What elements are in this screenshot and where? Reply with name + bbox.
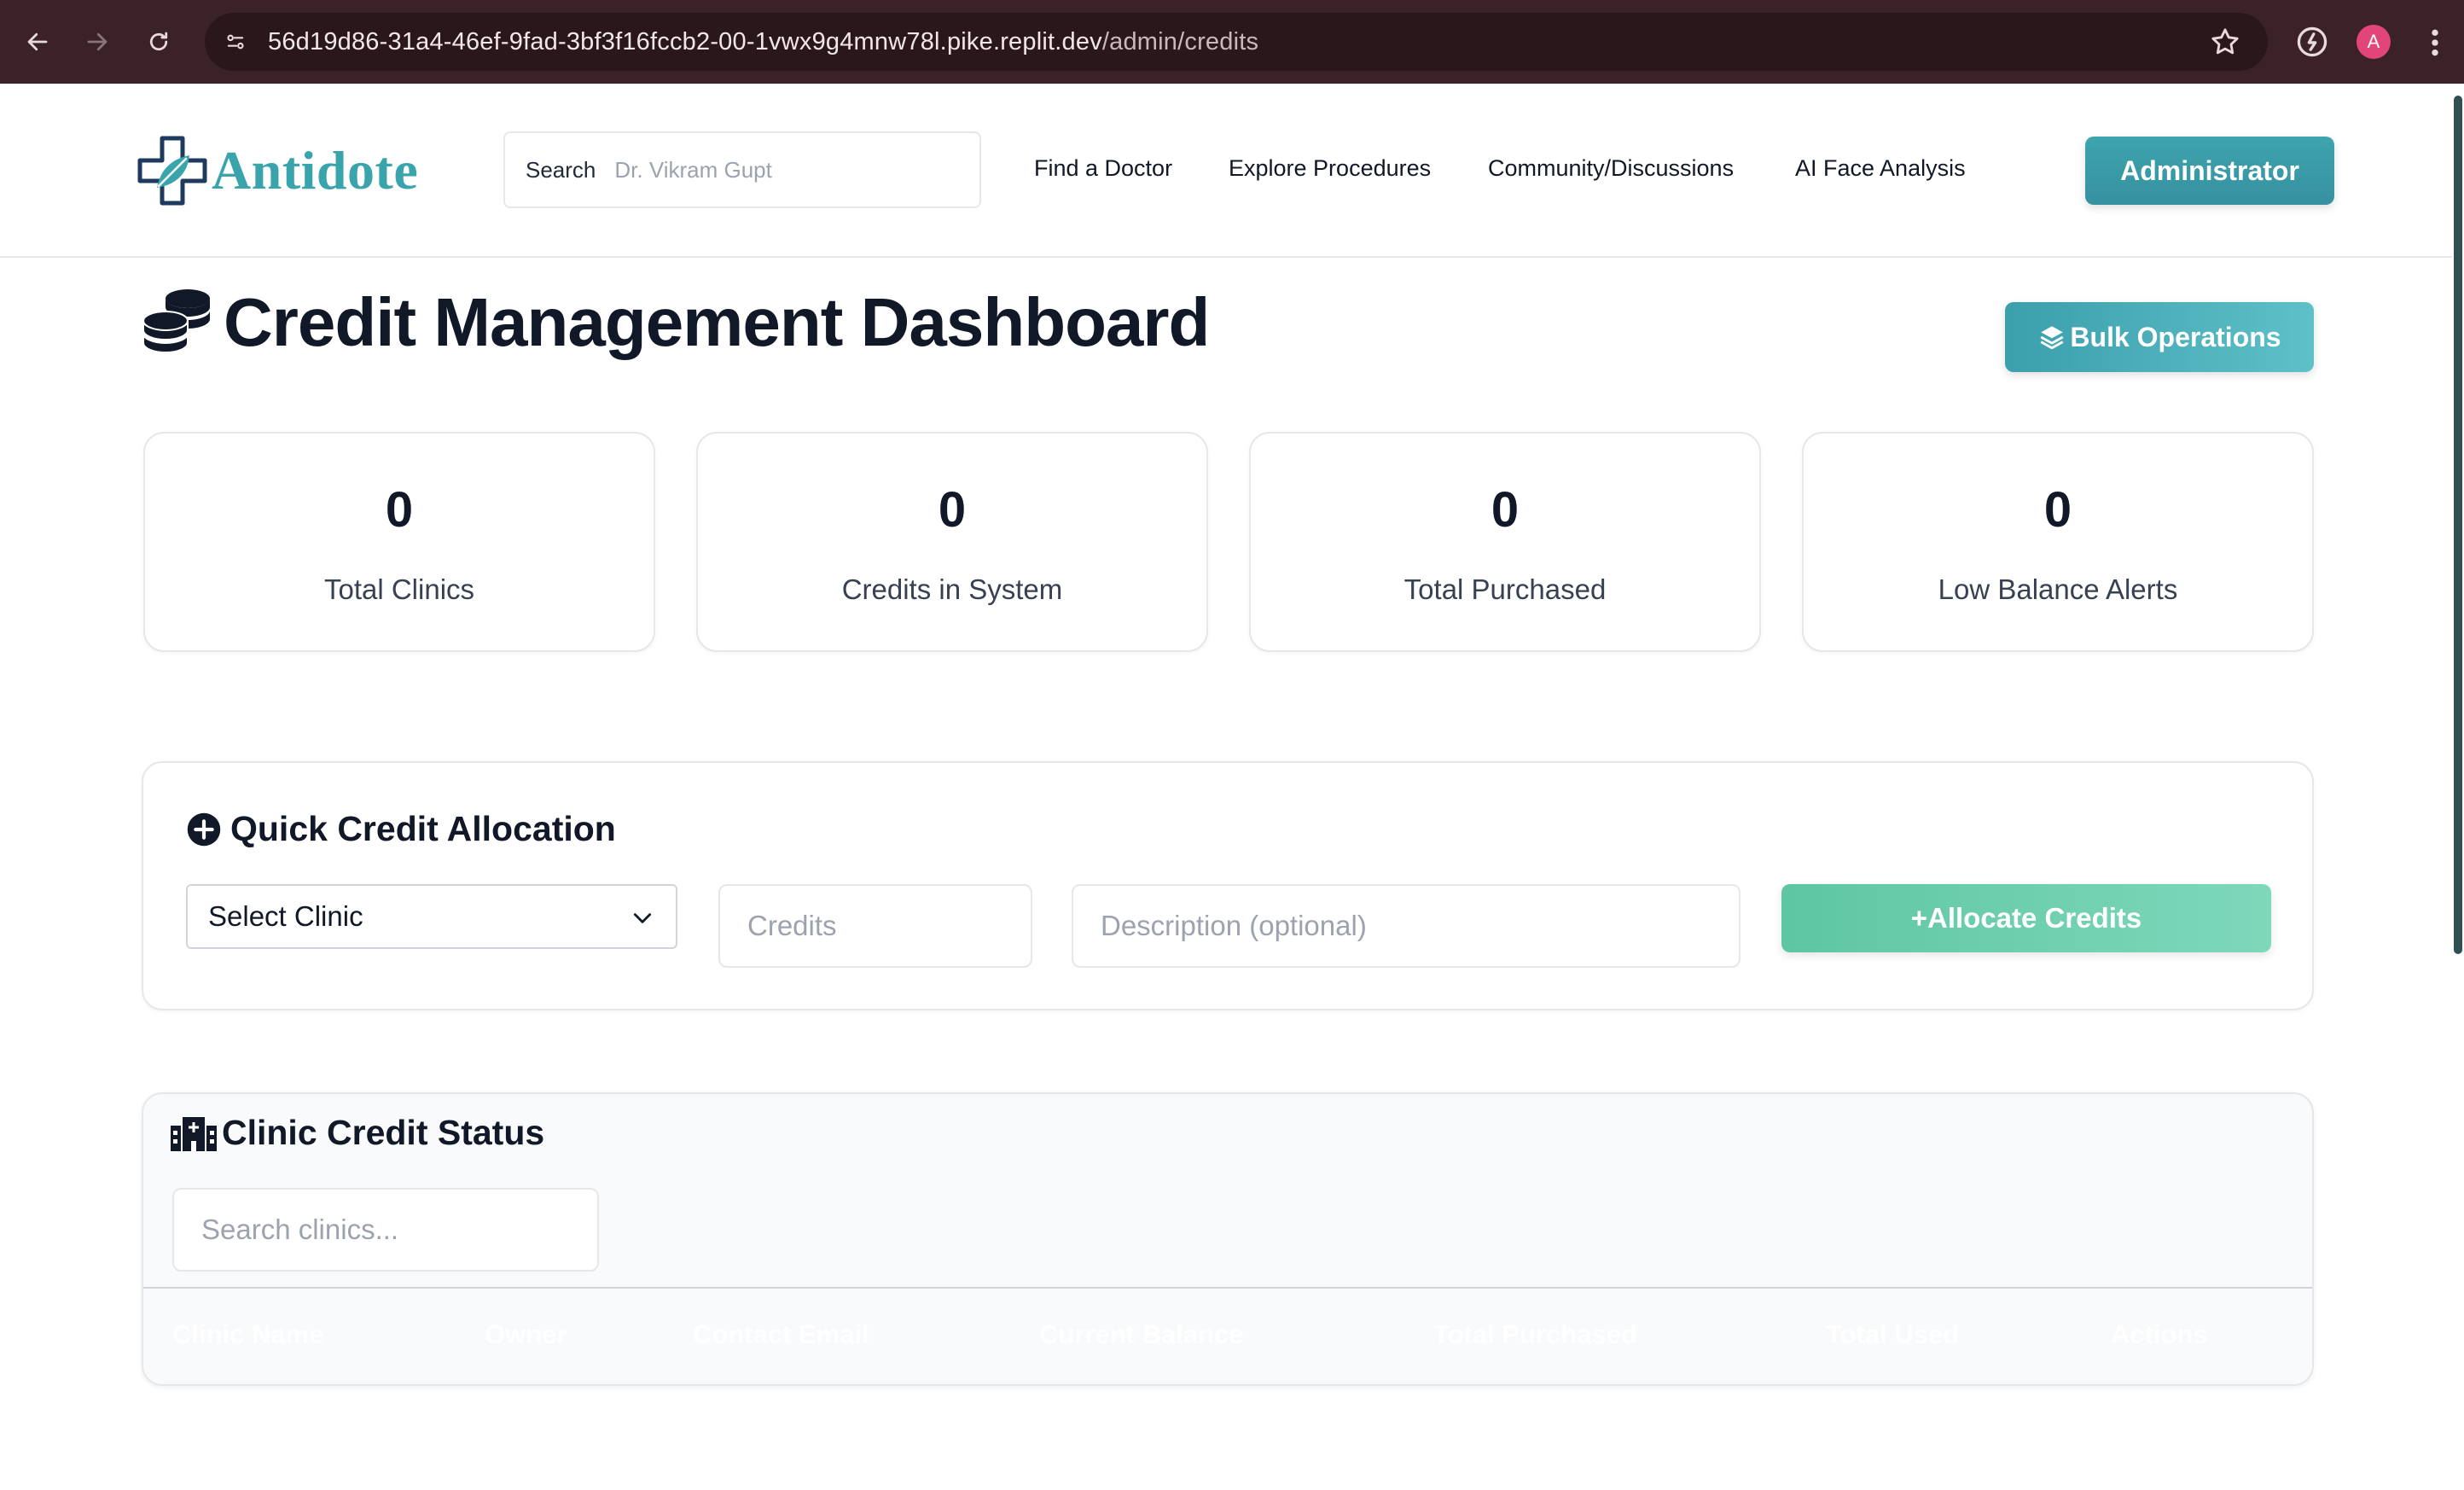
profile-avatar[interactable]: A: [2356, 25, 2391, 59]
stat-card-total-clinics: 0 Total Clinics: [143, 432, 655, 652]
address-bar[interactable]: 56d19d86-31a4-46ef-9fad-3bf3f16fccb2-00-…: [205, 13, 2268, 71]
global-search[interactable]: Search: [503, 131, 981, 208]
column-header-current-balance[interactable]: Current Balance: [1039, 1319, 1243, 1350]
search-label: Search: [526, 156, 596, 183]
more-menu-icon[interactable]: [2425, 26, 2445, 60]
allocate-credits-button[interactable]: +Allocate Credits: [1781, 884, 2271, 952]
stat-card-credits-in-system: 0 Credits in System: [696, 432, 1208, 652]
clinic-select-value: Select Clinic: [208, 900, 363, 932]
global-search-input[interactable]: [614, 156, 939, 183]
credits-input[interactable]: [747, 910, 1031, 942]
forward-button[interactable]: [77, 21, 118, 62]
coins-icon: [142, 289, 210, 354]
stat-value: 0: [1491, 482, 1520, 538]
description-input[interactable]: [1101, 910, 1739, 942]
browser-toolbar: 56d19d86-31a4-46ef-9fad-3bf3f16fccb2-00-…: [0, 0, 2464, 84]
bookmark-star-icon[interactable]: [2208, 25, 2242, 59]
stat-label: Credits in System: [841, 573, 1063, 605]
site-info-icon[interactable]: [217, 23, 254, 61]
quick-allocation-card: Quick Credit Allocation Select Clinic +A…: [142, 761, 2314, 1010]
nav-find-a-doctor[interactable]: Find a Doctor: [1034, 155, 1172, 182]
nav-explore-procedures[interactable]: Explore Procedures: [1229, 155, 1431, 182]
logo[interactable]: Antidote: [137, 135, 418, 207]
url-text: 56d19d86-31a4-46ef-9fad-3bf3f16fccb2-00-…: [268, 28, 1258, 56]
chevron-down-icon: [633, 913, 652, 923]
quick-allocation-heading: Quick Credit Allocation: [230, 809, 616, 848]
medical-cross-leaf-icon: [137, 136, 207, 206]
clinic-status-title: Clinic Credit Status: [171, 1113, 544, 1153]
page-title: Credit Management Dashboard: [142, 283, 1210, 362]
stat-card-total-purchased: 0 Total Purchased: [1249, 432, 1761, 652]
back-arrow-icon: [27, 32, 48, 51]
clinic-status-card: Clinic Credit Status Clinic Name Owner C…: [142, 1092, 2314, 1386]
clinic-status-heading: Clinic Credit Status: [222, 1113, 545, 1152]
column-header-owner[interactable]: Owner: [485, 1319, 567, 1350]
bulk-operations-button[interactable]: Bulk Operations: [2005, 302, 2314, 372]
plus-circle-icon: [187, 812, 221, 846]
reload-button[interactable]: [138, 21, 179, 62]
stat-card-low-balance-alerts: 0 Low Balance Alerts: [1802, 432, 2314, 652]
stat-value: 0: [385, 482, 414, 538]
column-header-contact-email[interactable]: Contact Email: [693, 1319, 869, 1350]
url-host: 56d19d86-31a4-46ef-9fad-3bf3f16fccb2-00-…: [268, 28, 1102, 55]
bulk-operations-label: Bulk Operations: [2070, 321, 2281, 352]
clinic-select[interactable]: Select Clinic: [186, 884, 677, 949]
column-header-clinic-name[interactable]: Clinic Name: [172, 1319, 323, 1350]
column-header-total-purchased[interactable]: Total Purchased: [1433, 1319, 1637, 1350]
forward-arrow-icon: [87, 32, 108, 51]
stat-label: Total Purchased: [1403, 573, 1607, 605]
stat-value: 0: [938, 482, 967, 538]
column-header-actions[interactable]: Actions: [2111, 1319, 2208, 1350]
stat-value: 0: [2043, 482, 2072, 538]
stat-label: Total Clinics: [323, 573, 475, 605]
administrator-button[interactable]: Administrator: [2085, 137, 2334, 205]
back-button[interactable]: [17, 21, 58, 62]
nav-ai-face-analysis[interactable]: AI Face Analysis: [1795, 155, 1966, 182]
column-header-total-used[interactable]: Total Used: [1826, 1319, 1959, 1350]
extension-icon[interactable]: [2293, 23, 2331, 61]
scrollbar-thumb[interactable]: [2454, 96, 2462, 954]
clinic-table-header: Clinic Name Owner Contact Email Current …: [143, 1287, 2312, 1384]
stat-label: Low Balance Alerts: [1938, 573, 2178, 605]
clinic-search-input[interactable]: [201, 1214, 597, 1246]
layers-icon: [2040, 326, 2064, 350]
reload-icon: [149, 32, 168, 51]
quick-allocation-title: Quick Credit Allocation: [186, 809, 616, 849]
logo-text: Antidote: [212, 140, 419, 201]
dashboard-heading: Credit Management Dashboard: [224, 284, 1210, 360]
app-header: Antidote Search Find a Doctor Explore Pr…: [0, 84, 2452, 258]
clinic-search-field[interactable]: [172, 1188, 599, 1272]
nav-community-discussions[interactable]: Community/Discussions: [1488, 155, 1734, 182]
url-path: /admin/credits: [1101, 28, 1259, 55]
credits-field[interactable]: [718, 884, 1032, 968]
description-field[interactable]: [1072, 884, 1740, 968]
hospital-icon: [171, 1116, 217, 1151]
